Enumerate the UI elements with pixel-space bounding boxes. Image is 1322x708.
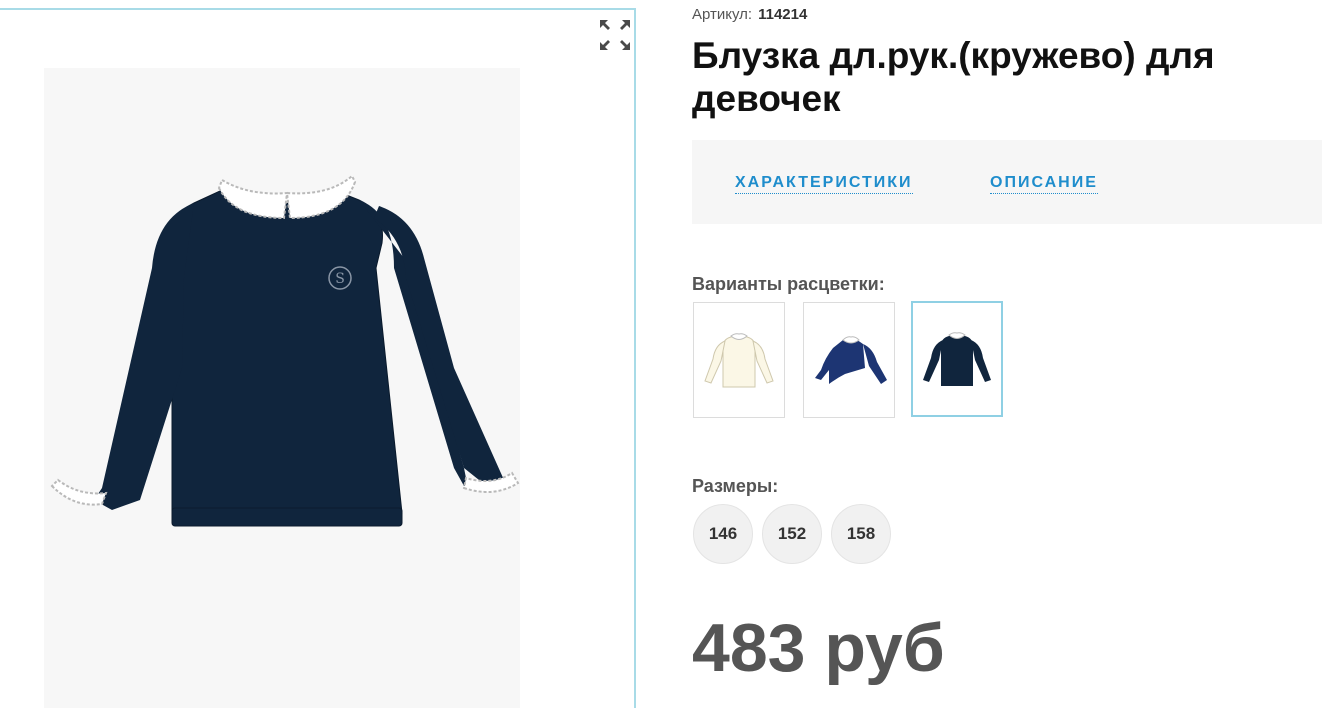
sku-line: Артикул: 114214 — [692, 6, 807, 23]
tab-characteristics[interactable]: ХАРАКТЕРИСТИКИ — [735, 174, 913, 194]
product-price: 483 руб — [692, 610, 945, 686]
size-option-158[interactable]: 158 — [831, 504, 891, 564]
color-swatch-navy-blue[interactable] — [803, 302, 895, 418]
blouse-illustration: S — [50, 174, 520, 527]
color-variants-label: Варианты расцветки: — [692, 274, 885, 294]
info-tabs: ХАРАКТЕРИСТИКИ ОПИСАНИЕ — [692, 140, 1322, 224]
blouse-thumbnail-dark-navy — [923, 332, 991, 386]
size-option-146[interactable]: 146 — [693, 504, 753, 564]
color-swatch-cream[interactable] — [693, 302, 785, 418]
svg-text:S: S — [335, 271, 345, 287]
sizes-label: Размеры: — [692, 476, 779, 496]
tab-description[interactable]: ОПИСАНИЕ — [990, 174, 1098, 194]
product-image-viewer[interactable]: S — [0, 8, 636, 708]
sku-label: Артикул: — [692, 6, 753, 23]
blouse-thumbnail-cream — [704, 333, 774, 388]
product-image[interactable]: S — [44, 68, 520, 708]
product-title: Блузка дл.рук.(кружево) для девочек — [692, 35, 1215, 119]
color-swatch-dark-navy[interactable] — [911, 301, 1003, 417]
expand-icon[interactable] — [598, 18, 632, 52]
blouse-thumbnail-navy — [815, 336, 887, 384]
sku-value: 114214 — [758, 6, 808, 23]
size-option-152[interactable]: 152 — [762, 504, 822, 564]
